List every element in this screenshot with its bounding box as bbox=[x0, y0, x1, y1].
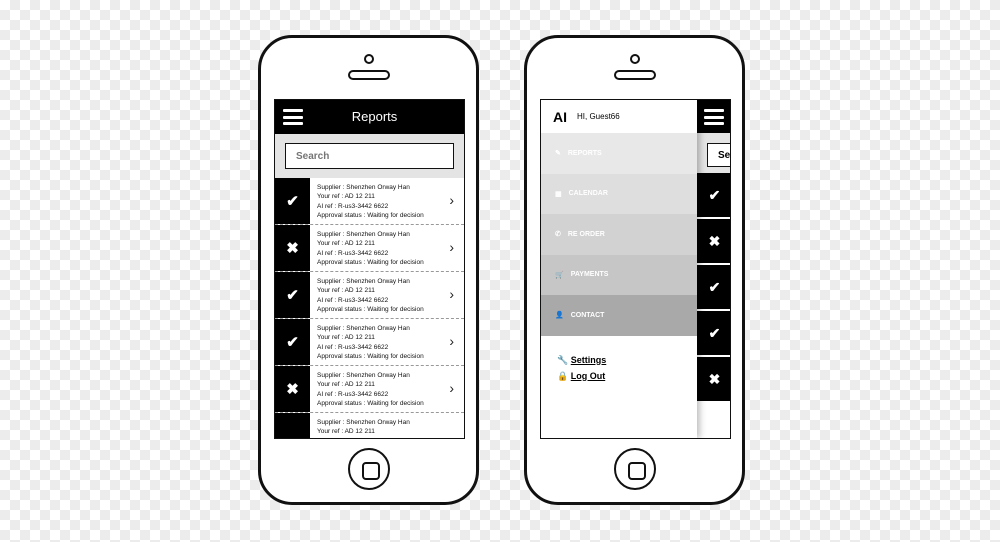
ai-ref: AI ref : R-us3-3442 6622 bbox=[317, 249, 389, 257]
greeting: HI, Guest66 bbox=[577, 112, 620, 121]
menu-icon: ✆ bbox=[555, 231, 561, 239]
approval-status: Approval status : Waiting for decision bbox=[317, 399, 424, 407]
check-icon: ✔ bbox=[697, 311, 730, 357]
supplier: Supplier : Shenzhen Orway Han bbox=[317, 231, 410, 238]
supplier: Supplier : Shenzhen Orway Han bbox=[317, 184, 410, 191]
your-ref: Your ref : AD 12 211 bbox=[317, 240, 375, 248]
search-input[interactable]: Se bbox=[707, 143, 730, 167]
home-button[interactable] bbox=[613, 448, 656, 490]
logo: AI bbox=[553, 108, 567, 125]
chevron-right-icon[interactable]: › bbox=[449, 239, 454, 255]
supplier: Supplier : Shenzhen Orway Han bbox=[317, 278, 410, 285]
row-info: Supplier : Shenzhen Orway Han Your ref :… bbox=[310, 225, 464, 271]
ai-ref: AI ref : R-us3-3442 6622 bbox=[317, 343, 389, 351]
menu-item-re-order[interactable]: ✆ RE ORDER bbox=[541, 214, 697, 255]
menu-item-contact[interactable]: 👤 CONTACT bbox=[541, 295, 697, 336]
approval-status: Approval status : Waiting for decision bbox=[317, 211, 424, 219]
x-icon: ✖ bbox=[697, 357, 730, 403]
menu-screen: AI HI, Guest66 ✎ REPORTS ▦ CALENDAR ✆ RE ORDE… bbox=[540, 99, 731, 439]
check-icon: ✔ bbox=[697, 173, 730, 219]
check-icon: ✔ bbox=[697, 265, 730, 311]
chevron-right-icon[interactable]: › bbox=[449, 333, 454, 349]
your-ref: Your ref : AD 12 211 bbox=[317, 428, 375, 436]
report-row[interactable]: ✔ Supplier : Shenzhen Orway Han Your ref… bbox=[275, 319, 464, 366]
lock-icon: 🔒 bbox=[557, 370, 569, 381]
speaker bbox=[613, 70, 656, 80]
row-info: Supplier : Shenzhen Orway Han Your ref :… bbox=[310, 272, 464, 318]
report-row[interactable]: ✔ Supplier : Shenzhen Orway Han Your ref… bbox=[275, 178, 464, 225]
menu-label: PAYMENTS bbox=[570, 271, 609, 279]
your-ref: Your ref : AD 12 211 bbox=[317, 287, 375, 295]
speaker bbox=[347, 70, 390, 80]
drawer-header: AI HI, Guest66 bbox=[541, 100, 697, 133]
x-icon: ✖ bbox=[275, 366, 310, 412]
menu-item-reports[interactable]: ✎ REPORTS bbox=[541, 133, 697, 174]
search-area: Se bbox=[697, 133, 730, 173]
menu-label: RE ORDER bbox=[567, 230, 605, 238]
underlying-screen: Se ✔ ✖ ✔ ✔ ✖ bbox=[697, 100, 730, 438]
hamburger-icon[interactable] bbox=[283, 109, 303, 125]
logout-link[interactable]: 🔒 Log Out bbox=[557, 368, 697, 384]
menu-icon: ✎ bbox=[555, 150, 561, 158]
ai-ref: AI ref : R-us3-3442 6622 bbox=[317, 390, 389, 398]
report-row[interactable]: ✔ Supplier : Shenzhen Orway Han Your ref… bbox=[275, 272, 464, 319]
hamburger-icon[interactable] bbox=[704, 109, 724, 125]
status-cell bbox=[275, 413, 310, 438]
chevron-right-icon[interactable]: › bbox=[449, 286, 454, 302]
search-input[interactable] bbox=[285, 143, 454, 169]
camera bbox=[629, 54, 640, 64]
home-button[interactable] bbox=[347, 448, 390, 490]
chevron-right-icon[interactable]: › bbox=[449, 380, 454, 396]
check-icon: ✔ bbox=[275, 272, 310, 318]
report-row[interactable]: Supplier : Shenzhen Orway Han Your ref :… bbox=[275, 413, 464, 438]
menu-icon: 👤 bbox=[555, 312, 564, 320]
wrench-icon: 🔧 bbox=[557, 354, 569, 365]
menu-item-calendar[interactable]: ▦ CALENDAR bbox=[541, 173, 697, 214]
your-ref: Your ref : AD 12 211 bbox=[317, 381, 375, 389]
ai-ref: AI ref : R-us3-3442 6622 bbox=[317, 296, 389, 304]
report-row[interactable]: ✖ Supplier : Shenzhen Orway Han Your ref… bbox=[275, 366, 464, 413]
row-info: Supplier : Shenzhen Orway Han Your ref :… bbox=[310, 319, 464, 365]
menu-icon: ▦ bbox=[555, 190, 562, 198]
menu-label: CALENDAR bbox=[568, 190, 608, 198]
report-row[interactable]: ✖ Supplier : Shenzhen Orway Han Your ref… bbox=[275, 225, 464, 272]
phone-left: Reports ✔ Supplier : Shenzhen Orway Han … bbox=[258, 35, 479, 505]
header: Reports bbox=[275, 100, 464, 134]
supplier: Supplier : Shenzhen Orway Han bbox=[317, 325, 410, 332]
supplier: Supplier : Shenzhen Orway Han bbox=[317, 372, 410, 379]
approval-status: Approval status : Waiting for decision bbox=[317, 258, 424, 266]
your-ref: Your ref : AD 12 211 bbox=[317, 334, 375, 342]
row-info: Supplier : Shenzhen Orway Han Your ref :… bbox=[310, 178, 464, 224]
x-icon: ✖ bbox=[275, 225, 310, 271]
header bbox=[697, 100, 730, 133]
menu-label: REPORTS bbox=[567, 149, 602, 157]
your-ref: Your ref : AD 12 211 bbox=[317, 193, 375, 201]
phone-right: AI HI, Guest66 ✎ REPORTS ▦ CALENDAR ✆ RE ORDE… bbox=[524, 35, 745, 505]
settings-link[interactable]: 🔧 Settings bbox=[557, 352, 697, 368]
menu-label: CONTACT bbox=[570, 311, 605, 319]
x-icon: ✖ bbox=[697, 219, 730, 265]
menu-item-payments[interactable]: 🛒 PAYMENTS bbox=[541, 254, 697, 295]
ai-ref: AI ref : R-us3-3442 6622 bbox=[317, 202, 389, 210]
supplier: Supplier : Shenzhen Orway Han bbox=[317, 419, 410, 426]
row-info: Supplier : Shenzhen Orway Han Your ref :… bbox=[310, 366, 464, 412]
approval-status: Approval status : Waiting for decision bbox=[317, 305, 424, 313]
approval-status: Approval status : Waiting for decision bbox=[317, 352, 424, 360]
row-info: Supplier : Shenzhen Orway Han Your ref :… bbox=[310, 413, 464, 438]
chevron-right-icon[interactable]: › bbox=[449, 192, 454, 208]
check-icon: ✔ bbox=[275, 178, 310, 224]
search-area bbox=[275, 134, 464, 178]
check-icon: ✔ bbox=[275, 319, 310, 365]
page-title: Reports bbox=[351, 109, 398, 124]
nav-drawer: AI HI, Guest66 ✎ REPORTS ▦ CALENDAR ✆ RE ORDE… bbox=[541, 100, 697, 438]
menu-icon: 🛒 bbox=[555, 271, 564, 279]
reports-screen: Reports ✔ Supplier : Shenzhen Orway Han … bbox=[274, 99, 465, 439]
camera bbox=[363, 54, 374, 64]
